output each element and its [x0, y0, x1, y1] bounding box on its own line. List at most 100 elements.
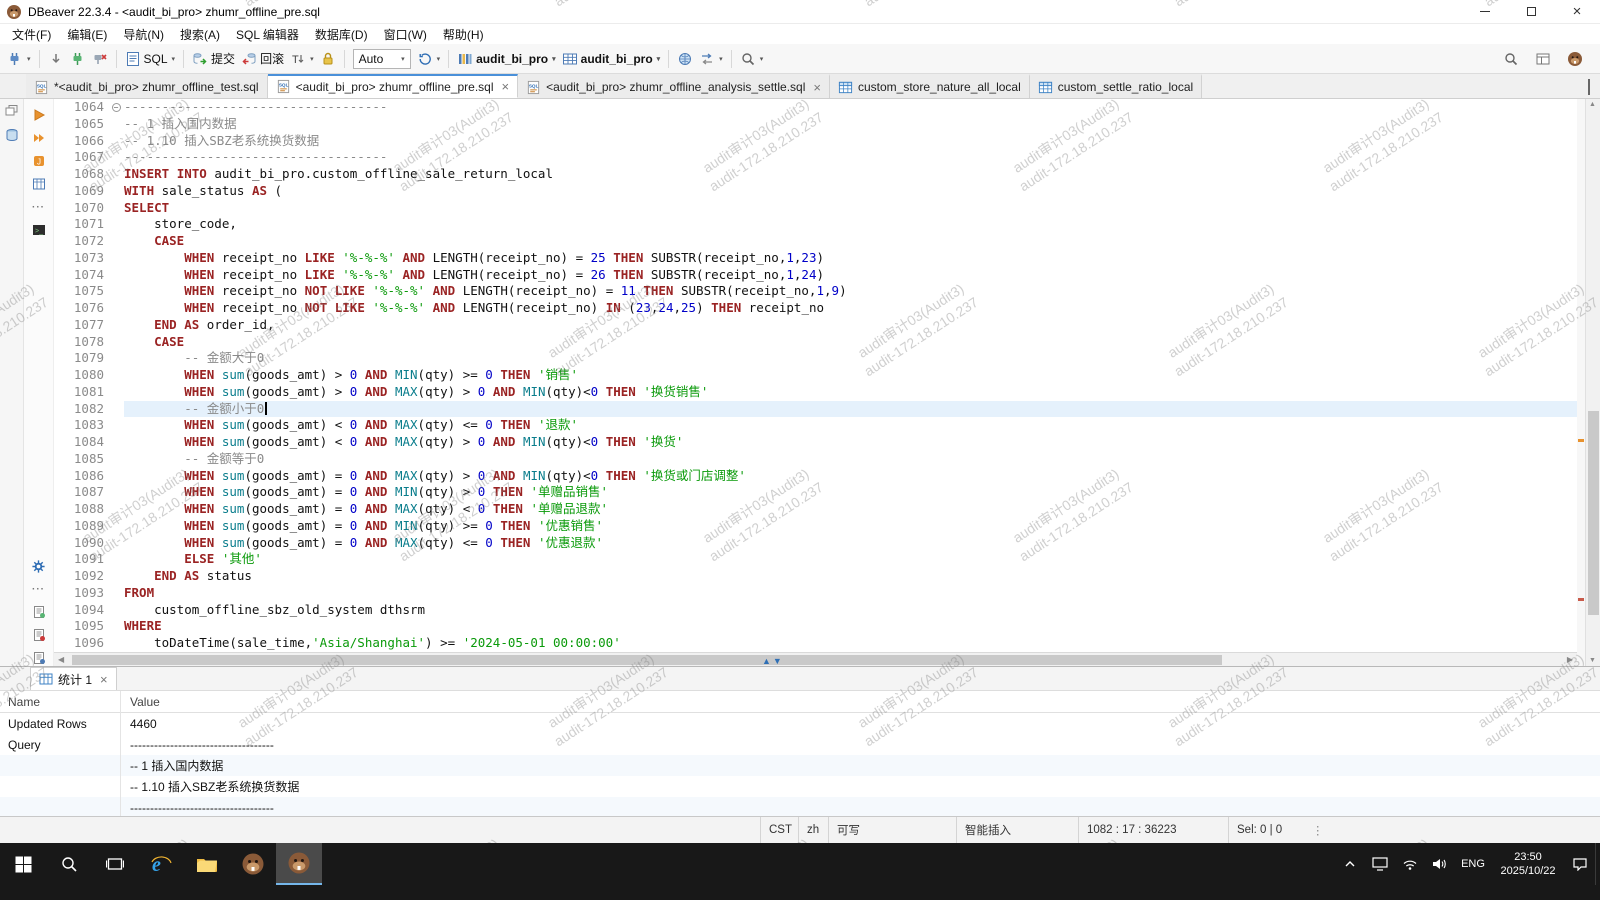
panel-splitter-arrows[interactable]: ▲▼ [762, 656, 784, 666]
editor-tab-4[interactable]: custom_settle_ratio_local [1030, 74, 1202, 98]
code-line-1086[interactable]: 1086 WHEN sum(goods_amt) = 0 AND MAX(qty… [54, 468, 1577, 485]
show-desktop-button[interactable] [1595, 843, 1600, 885]
tray-network-button[interactable] [1395, 843, 1425, 885]
rollback-button[interactable]: 回滚 [238, 48, 287, 69]
horizontal-scrollbar[interactable]: ◀ ▶ [54, 652, 1577, 666]
menu-item-4[interactable]: SQL 编辑器 [228, 26, 307, 43]
result-row-0[interactable]: Updated Rows4460 [0, 713, 1600, 734]
commit-mode-button[interactable]: ▾ [696, 49, 726, 69]
code-line-1067[interactable]: 1067----------------------------------- [54, 149, 1577, 166]
code-line-1081[interactable]: 1081 WHEN sum(goods_amt) > 0 AND MAX(qty… [54, 384, 1577, 401]
result-row-2[interactable]: -- 1 插入国内数据 [0, 755, 1600, 776]
menu-item-7[interactable]: 帮助(H) [435, 26, 492, 43]
explain-plan-button[interactable] [31, 176, 47, 192]
code-line-1095[interactable]: 1095WHERE [54, 618, 1577, 635]
database-selector[interactable]: audit_bi_pro ▾ [559, 49, 664, 69]
lock-button[interactable] [317, 49, 339, 69]
code-line-1078[interactable]: 1078 CASE [54, 334, 1577, 351]
start-button[interactable] [0, 843, 46, 885]
annotation-marker[interactable] [1578, 598, 1584, 601]
column-divider[interactable] [120, 691, 121, 816]
vertical-scroll-thumb[interactable] [1588, 411, 1599, 615]
code-line-1065[interactable]: 1065-- 1 插入国内数据 [54, 116, 1577, 133]
action-center-button[interactable] [1565, 843, 1595, 885]
new-connection-button[interactable]: ▾ [4, 49, 34, 69]
menu-item-3[interactable]: 搜索(A) [172, 26, 228, 43]
code-line-1075[interactable]: 1075 WHEN receipt_no NOT LIKE '%-%-%' AN… [54, 283, 1577, 300]
sql-editor-button[interactable]: SQL ▾ [122, 49, 179, 69]
autocommit-select[interactable]: Auto ▾ [353, 49, 411, 69]
connect-button[interactable] [67, 49, 89, 69]
code-line-1096[interactable]: 1096 toDateTime(sale_time,'Asia/Shanghai… [54, 635, 1577, 652]
code-line-1085[interactable]: 1085 -- 金额等于0 [54, 451, 1577, 468]
fetch-down-button[interactable] [45, 49, 67, 69]
terminal-button[interactable]: >_ [31, 222, 47, 238]
code-line-1091[interactable]: 1091 ELSE '其他' [54, 551, 1577, 568]
code-line-1093[interactable]: 1093FROM [54, 585, 1577, 602]
commit-button[interactable]: 提交 [189, 48, 238, 69]
execute-script-button[interactable] [31, 130, 47, 146]
transaction-log-button[interactable]: ▾ [414, 49, 444, 69]
more-actions-button[interactable]: ··· [31, 199, 47, 215]
editor-tab-3[interactable]: custom_store_nature_all_local [830, 74, 1030, 98]
dbeaver-perspective-button[interactable] [1564, 49, 1586, 69]
code-line-1073[interactable]: 1073 WHEN receipt_no LIKE '%-%-%' AND LE… [54, 250, 1577, 267]
results-tab-close-icon[interactable]: × [100, 672, 108, 687]
code-line-1076[interactable]: 1076 WHEN receipt_no NOT LIKE '%-%-%' AN… [54, 300, 1577, 317]
code-line-1084[interactable]: 1084 WHEN sum(goods_amt) < 0 AND MAX(qty… [54, 434, 1577, 451]
scroll-right-icon[interactable]: ▶ [1567, 655, 1573, 664]
code-line-1072[interactable]: 1072 CASE [54, 233, 1577, 250]
restore-view-button[interactable] [4, 103, 20, 119]
menu-item-5[interactable]: 数据库(D) [307, 26, 376, 43]
internet-explorer-button[interactable]: e [138, 843, 184, 885]
code-line-1087[interactable]: 1087 WHEN sum(goods_amt) = 0 AND MIN(qty… [54, 484, 1577, 501]
error-log-button[interactable] [31, 627, 47, 643]
settings-gear-button[interactable] [31, 558, 47, 574]
tab-close-icon[interactable]: × [502, 79, 510, 94]
taskbar-search-button[interactable] [46, 843, 92, 885]
fold-margin[interactable]: − [108, 99, 124, 116]
code-line-1088[interactable]: 1088 WHEN sum(goods_amt) = 0 AND MAX(qty… [54, 501, 1577, 518]
output-console-button[interactable] [31, 650, 47, 666]
menu-item-0[interactable]: 文件(F) [4, 26, 59, 43]
code-line-1077[interactable]: 1077 END AS order_id, [54, 317, 1577, 334]
result-row-1[interactable]: Query-----------------------------------… [0, 734, 1600, 755]
code-line-1068[interactable]: 1068INSERT INTO audit_bi_pro.custom_offl… [54, 166, 1577, 183]
output-log-button[interactable] [31, 604, 47, 620]
code-line-1083[interactable]: 1083 WHEN sum(goods_amt) < 0 AND MAX(qty… [54, 417, 1577, 434]
code-line-1079[interactable]: 1079 -- 金额大于0 [54, 350, 1577, 367]
code-line-1092[interactable]: 1092 END AS status [54, 568, 1577, 585]
editor-tab-2[interactable]: SQL<audit_bi_pro> zhumr_offline_analysis… [518, 74, 830, 98]
code-line-1074[interactable]: 1074 WHEN receipt_no LIKE '%-%-%' AND LE… [54, 267, 1577, 284]
sql-code-editor[interactable]: 1064−-----------------------------------… [54, 99, 1577, 652]
result-row-3[interactable]: -- 1.10 插入SBZ老系统换货数据 [0, 776, 1600, 797]
close-button[interactable]: × [1554, 0, 1600, 23]
tab-close-icon[interactable]: × [813, 80, 821, 95]
execute-statement-button[interactable] [31, 107, 47, 123]
editor-tab-1[interactable]: SQL<audit_bi_pro> zhumr_offline_pre.sql× [268, 74, 519, 98]
scroll-down-icon[interactable]: ▼ [1589, 657, 1596, 664]
dbeaver-taskbar-button[interactable] [230, 843, 276, 885]
maximize-view-button[interactable] [1588, 80, 1590, 94]
code-line-1089[interactable]: 1089 WHEN sum(goods_amt) = 0 AND MIN(qty… [54, 518, 1577, 535]
code-line-1082[interactable]: 1082 -- 金额小于0 [54, 401, 1577, 418]
minimize-button[interactable] [1462, 0, 1508, 23]
code-line-1069[interactable]: 1069WITH sale_status AS ( [54, 183, 1577, 200]
scroll-up-icon[interactable]: ▲ [1589, 101, 1596, 108]
taskbar-clock[interactable]: 23:50 2025/10/22 [1491, 850, 1565, 878]
scroll-left-icon[interactable]: ◀ [58, 655, 64, 664]
tray-volume-button[interactable] [1425, 843, 1455, 885]
globe-button[interactable] [674, 49, 696, 69]
execute-job-button[interactable]: J [31, 153, 47, 169]
transaction-mode-button[interactable]: T ▾ [287, 49, 317, 69]
more-output-button[interactable]: ··· [31, 581, 47, 597]
search-dropdown-button[interactable]: ▾ [737, 49, 767, 69]
code-line-1080[interactable]: 1080 WHEN sum(goods_amt) > 0 AND MIN(qty… [54, 367, 1577, 384]
fold-collapse-icon[interactable]: − [112, 103, 121, 112]
statusbar-more-icon[interactable]: ⋮ [1308, 817, 1328, 843]
vertical-scrollbar[interactable]: ▲ ▼ [1585, 99, 1600, 666]
menu-item-6[interactable]: 窗口(W) [376, 26, 435, 43]
results-tab-stats[interactable]: 统计 1 × [30, 667, 117, 690]
menu-item-2[interactable]: 导航(N) [115, 26, 172, 43]
task-view-button[interactable] [92, 843, 138, 885]
